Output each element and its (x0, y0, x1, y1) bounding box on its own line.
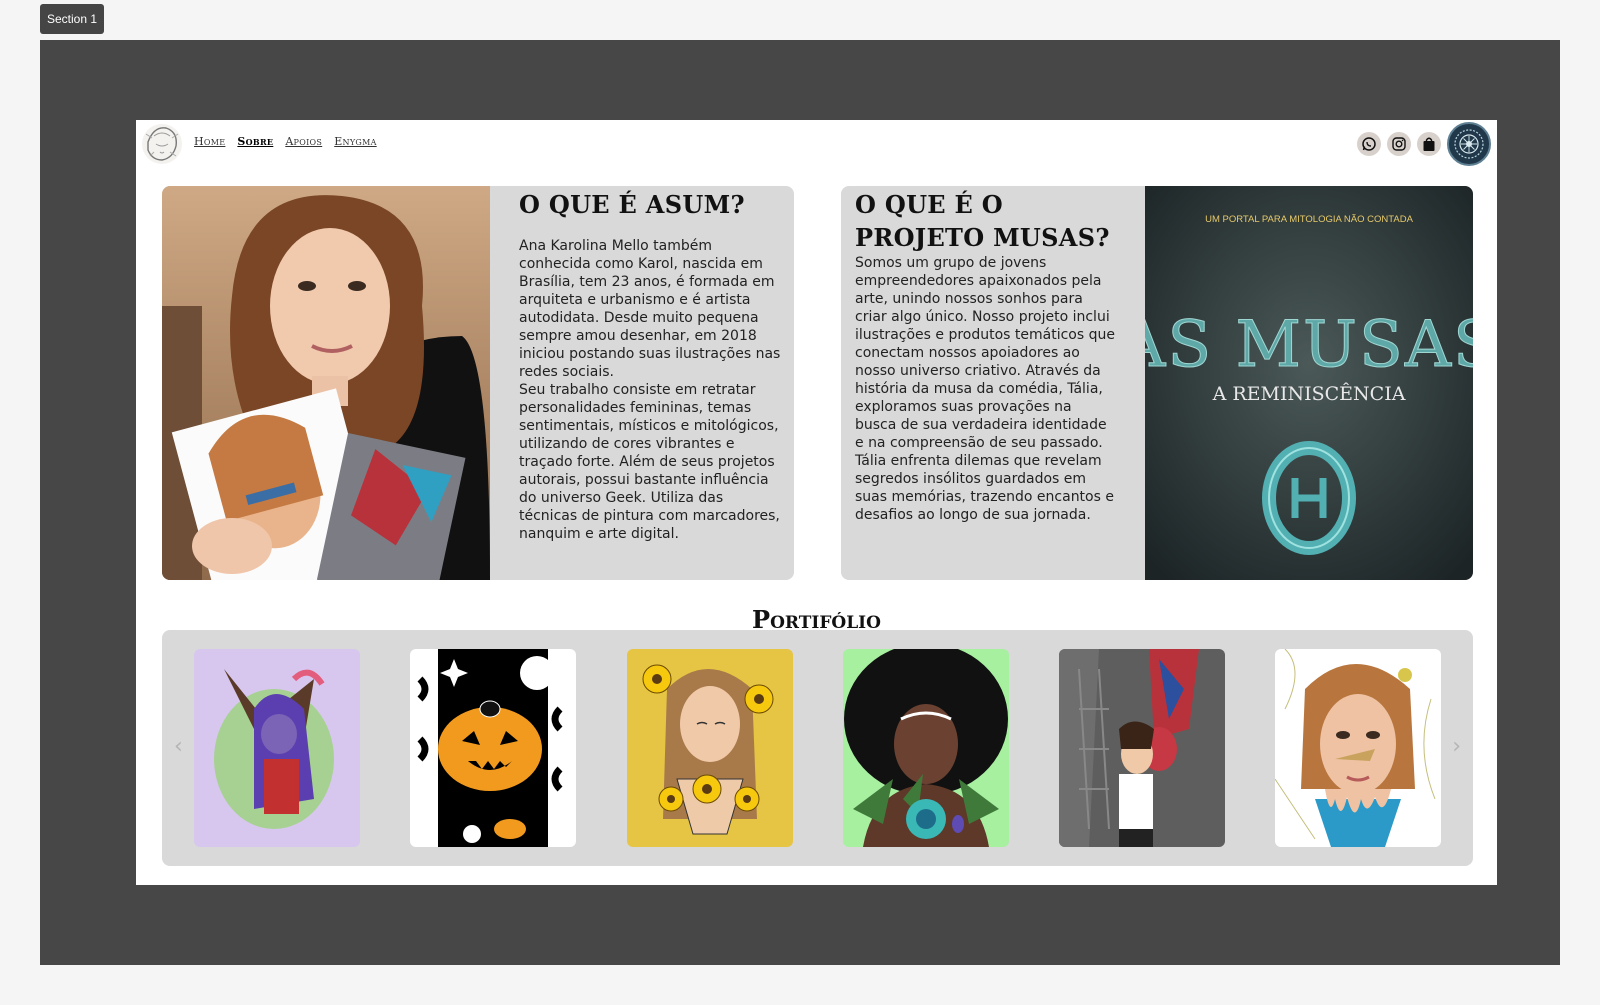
artist-photo (162, 186, 490, 580)
main-menu: Home Sobre Apoios Enygma (194, 135, 377, 148)
project-paragraph: Somos um grupo de jovens empreendedores … (855, 255, 1115, 523)
portfolio-item[interactable] (843, 649, 1009, 847)
about-paragraph-2: Seu trabalho consiste em retratar person… (519, 382, 780, 542)
nav-enygma[interactable]: Enygma (334, 135, 376, 148)
nav-home[interactable]: Home (194, 135, 225, 148)
social-icons (1357, 122, 1491, 166)
project-title: O QUE É O PROJETO MUSAS? (855, 190, 1110, 252)
portfolio-item[interactable] (627, 649, 793, 847)
shopping-bag-icon[interactable] (1417, 132, 1441, 156)
poster-title: AS MUSAS (1145, 308, 1473, 382)
poster-subtitle: A REMINISCÊNCIA (1212, 382, 1406, 405)
portfolio-item[interactable] (1059, 649, 1225, 847)
portfolio-carousel: ‹ › (162, 630, 1473, 866)
project-poster: UM PORTAL PARA MITOLOGIA NÃO CONTADA AS … (1118, 186, 1473, 580)
about-title: O QUE É ASUM? (519, 190, 745, 219)
project-card: O QUE É O PROJETO MUSAS? Somos um grupo … (841, 186, 1473, 580)
portfolio-item[interactable] (1275, 649, 1441, 847)
logo[interactable] (140, 122, 184, 166)
nav-sobre[interactable]: Sobre (237, 135, 273, 148)
instagram-icon[interactable] (1387, 132, 1411, 156)
poster-tagline: UM PORTAL PARA MITOLOGIA NÃO CONTADA (1205, 214, 1413, 225)
whatsapp-icon[interactable] (1357, 132, 1381, 156)
project-text: O QUE É O PROJETO MUSAS? Somos um grupo … (855, 188, 1117, 524)
page: Home Sobre Apoios Enygma O QUE É ASUM? A… (136, 120, 1497, 885)
portfolio-item[interactable] (194, 649, 360, 847)
chevron-right-icon[interactable]: › (1452, 734, 1461, 759)
portfolio-item[interactable] (410, 649, 576, 847)
chevron-left-icon[interactable]: ‹ (174, 734, 183, 759)
emblem-badge-icon[interactable] (1447, 122, 1491, 166)
about-text: O QUE É ASUM? Ana Karolina Mello também … (519, 188, 781, 543)
nav-apoios[interactable]: Apoios (285, 135, 322, 148)
about-card: O QUE É ASUM? Ana Karolina Mello também … (162, 186, 794, 580)
section-label[interactable]: Section 1 (40, 4, 105, 34)
top-nav: Home Sobre Apoios Enygma (136, 120, 1497, 168)
about-paragraph-1: Ana Karolina Mello também conhecida como… (519, 238, 781, 380)
